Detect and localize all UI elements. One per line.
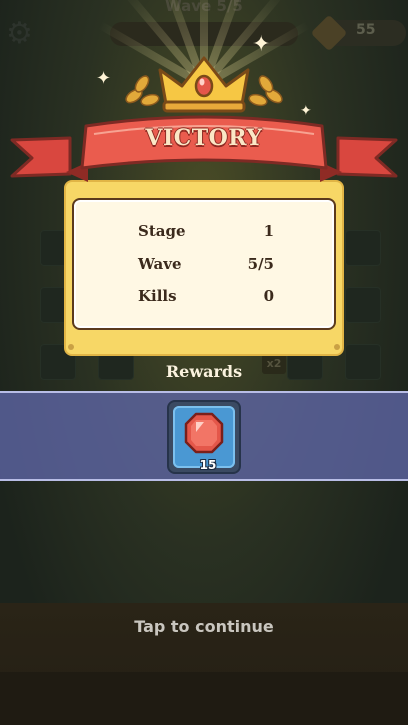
sparkle-icon: ✦: [96, 68, 112, 89]
board-tile: [345, 230, 381, 266]
victory-screen[interactable]: Wave 5/5 ⚙ 55 x2 ✦ ✦ ✦ ✦: [0, 0, 408, 725]
reward-item[interactable]: 15: [167, 400, 241, 474]
stat-row-wave: Wave 5/5: [74, 255, 338, 279]
board-tile: [345, 287, 381, 323]
panel-rivet: [334, 344, 340, 350]
red-gem-icon: [184, 412, 224, 454]
stat-label: Kills: [138, 287, 177, 305]
stat-row-kills: Kills 0: [74, 287, 338, 311]
reward-count: 15: [199, 458, 217, 472]
reward-slot: 15: [173, 406, 235, 472]
stat-label: Stage: [138, 222, 186, 240]
gear-icon: ⚙: [6, 16, 33, 51]
victory-ribbon: [10, 115, 398, 182]
tap-to-continue[interactable]: Tap to continue: [0, 617, 408, 636]
background-floor-edge: [0, 672, 408, 725]
panel-rivet: [68, 344, 74, 350]
result-stats-card: Stage 1 Wave 5/5 Kills 0: [72, 198, 336, 330]
victory-title: VICTORY: [145, 125, 263, 151]
stat-value: 5/5: [247, 255, 274, 273]
crown-icon: [125, 56, 283, 113]
stat-row-stage: Stage 1: [74, 222, 338, 246]
stat-value: 0: [263, 287, 274, 305]
currency-value: 55: [356, 22, 376, 38]
stat-label: Wave: [138, 255, 182, 273]
stat-value: 1: [263, 222, 274, 240]
rewards-title: Rewards: [165, 362, 243, 381]
